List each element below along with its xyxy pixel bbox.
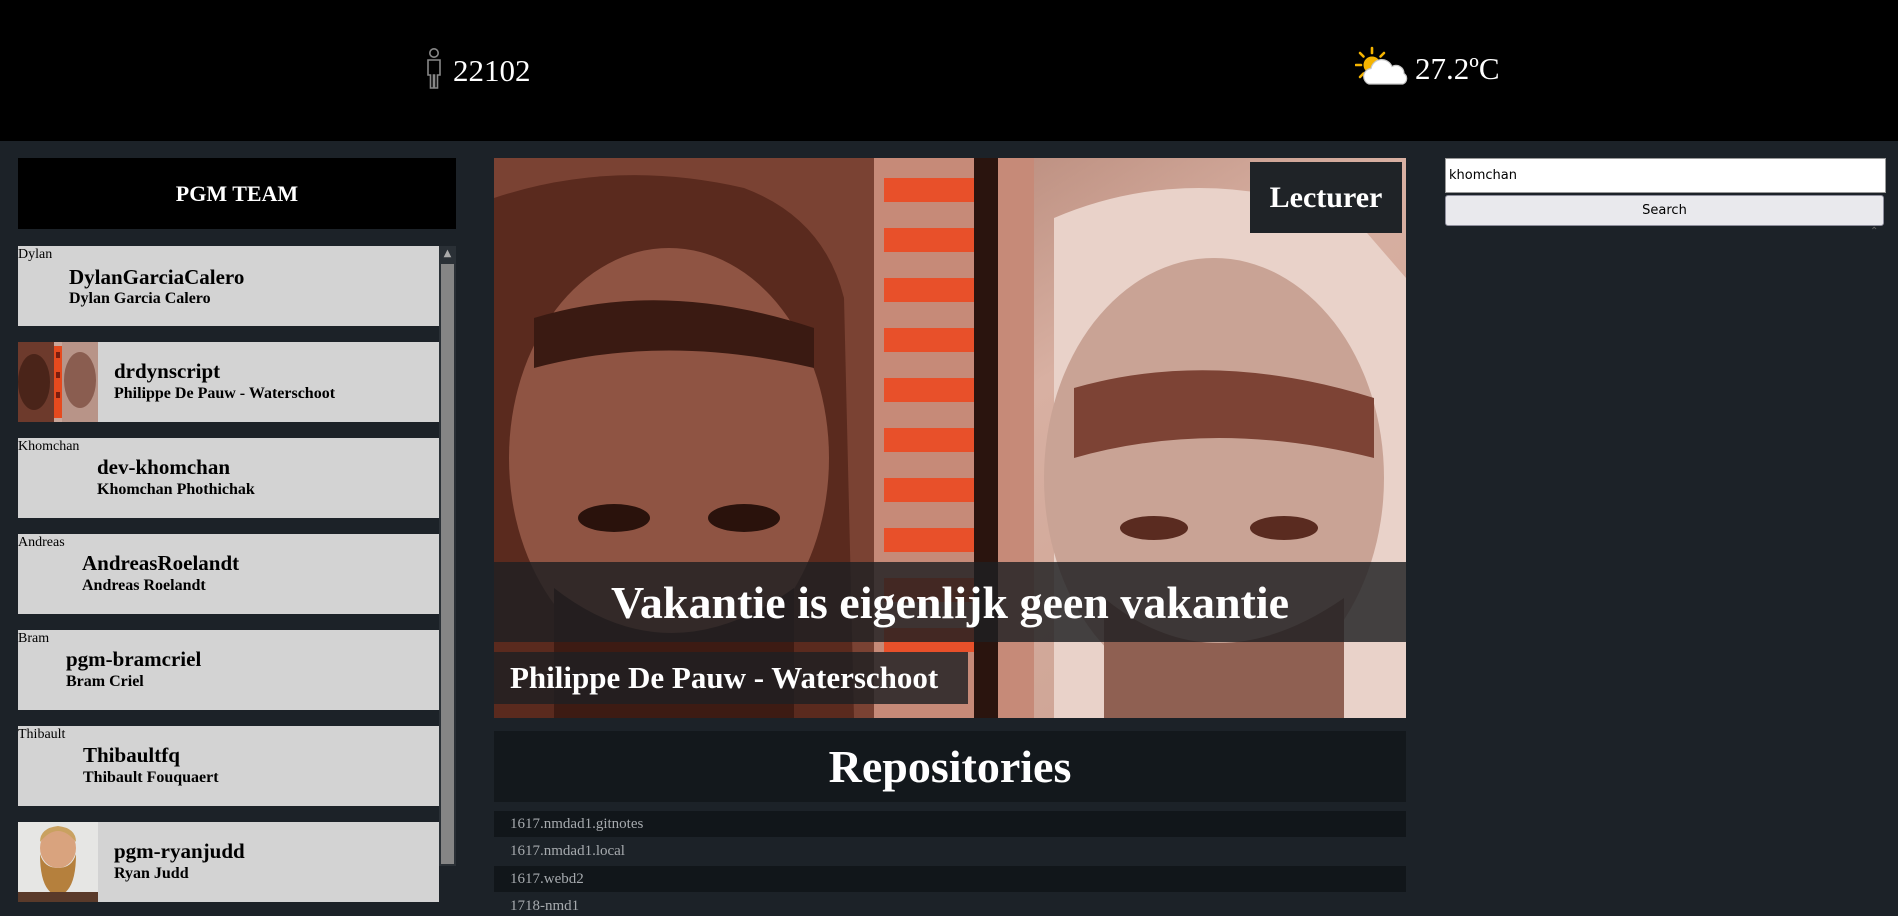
name-banner: Philippe De Pauw - Waterschoot (494, 652, 968, 704)
chevron-up-icon: ⌃ (1870, 226, 1879, 237)
visitor-count: 22102 (453, 53, 531, 88)
avatar-alt-text: Dylan (18, 247, 53, 262)
profile-bio: Vakantie is eigenlijk geen vakantie (610, 576, 1290, 628)
partly-cloudy-sun-icon (1354, 46, 1409, 92)
scroll-thumb[interactable] (441, 264, 454, 864)
team-list-scrollbar[interactable]: ▲ (439, 246, 456, 866)
member-card-pgm-ryanjudd[interactable]: pgm-ryanjudd Ryan Judd (18, 822, 439, 902)
avatar-alt-text: Andreas (18, 535, 65, 550)
avatar (18, 342, 98, 422)
member-name: Philippe De Pauw - Waterschoot (114, 385, 336, 402)
member-name: Khomchan Phothichak (97, 481, 255, 498)
search-input[interactable] (1445, 158, 1886, 193)
member-name: Ryan Judd (114, 865, 189, 882)
repository-item[interactable]: 1617.webd2 (494, 866, 1406, 892)
weather-widget: 27.2ºC (1354, 46, 1500, 92)
avatar (18, 822, 98, 902)
scroll-up-arrow-icon[interactable]: ▲ (439, 246, 456, 262)
role-badge: Lecturer (1250, 162, 1402, 233)
member-card-dylan[interactable]: Dylan DylanGarciaCalero Dylan Garcia Cal… (18, 246, 439, 326)
member-login: drdynscript (114, 359, 221, 383)
member-name: Thibault Fouquaert (83, 769, 219, 786)
member-card-pgm-bramcriel[interactable]: Bram pgm-bramcriel Bram Criel (18, 630, 439, 710)
avatar-alt-text: Khomchan (18, 439, 80, 454)
member-login: dev-khomchan (97, 455, 231, 479)
repository-item[interactable]: 1718-nmd1 (494, 893, 1406, 916)
member-login: pgm-bramcriel (66, 647, 202, 671)
repository-item[interactable]: 1617.nmdad1.gitnotes (494, 811, 1406, 837)
person-icon (423, 48, 445, 94)
member-card-thibaultfq[interactable]: Thibault Thibaultfq Thibault Fouquaert (18, 726, 439, 806)
member-login: Thibaultfq (83, 743, 180, 767)
team-header: PGM TEAM (18, 158, 456, 229)
avatar-alt-text: Thibault (18, 727, 66, 742)
member-login: pgm-ryanjudd (114, 839, 245, 863)
bio-banner: Vakantie is eigenlijk geen vakantie (494, 562, 1406, 642)
member-login: AndreasRoelandt (82, 551, 240, 575)
member-card-andreasroelandt[interactable]: Andreas AndreasRoelandt Andreas Roelandt (18, 534, 439, 614)
member-login: DylanGarciaCalero (69, 265, 245, 289)
repositories-title: Repositories (828, 741, 1072, 792)
visitor-counter: 22102 (423, 48, 531, 94)
top-bar: 22102 27.2ºC (0, 0, 1898, 141)
member-card-dev-khomchan[interactable]: Khomchan dev-khomchan Khomchan Phothicha… (18, 438, 439, 518)
member-name: Dylan Garcia Calero (69, 290, 211, 307)
search-button[interactable]: Search (1445, 195, 1884, 226)
profile-name: Philippe De Pauw - Waterschoot (510, 660, 939, 695)
team-list[interactable]: Dylan DylanGarciaCalero Dylan Garcia Cal… (18, 246, 456, 916)
role-label: Lecturer (1269, 180, 1383, 214)
avatar-alt-text: Bram (18, 631, 50, 646)
temperature-value: 27.2ºC (1415, 51, 1500, 86)
repositories-header: Repositories (494, 731, 1406, 802)
member-name: Andreas Roelandt (82, 577, 206, 594)
team-title: PGM TEAM (175, 180, 299, 206)
member-name: Bram Criel (66, 673, 144, 690)
repository-item[interactable]: 1617.nmdad1.local (494, 838, 1406, 864)
member-card-drdynscript[interactable]: drdynscript Philippe De Pauw - Waterscho… (18, 342, 439, 422)
